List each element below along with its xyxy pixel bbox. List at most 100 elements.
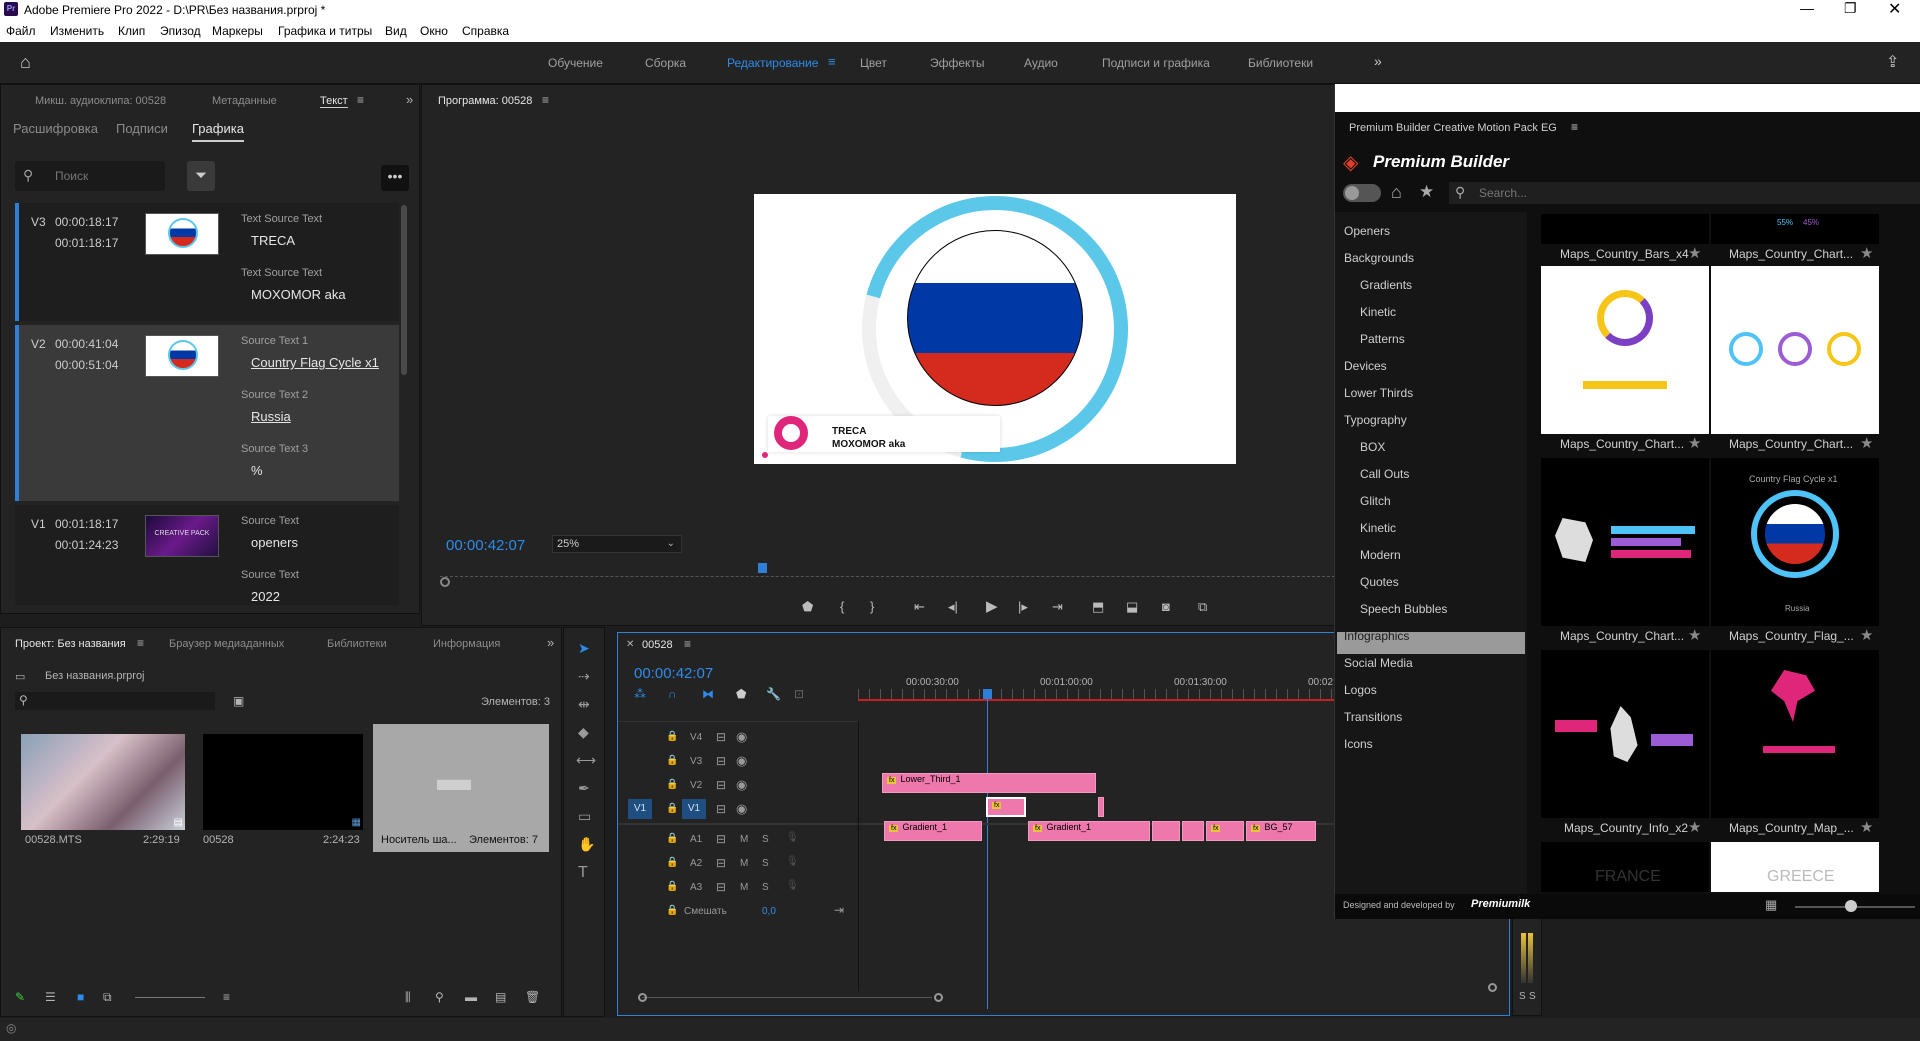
source-patch-v1[interactable]: V1 (628, 799, 652, 819)
captions-icon[interactable]: ⊡ (794, 687, 804, 701)
category-icons[interactable]: Icons (1344, 737, 1373, 751)
go-to-end-icon[interactable]: ⇥ (834, 903, 844, 917)
lock-icon[interactable]: 🔒 (666, 905, 678, 916)
snap-icon[interactable]: ∩ (668, 687, 677, 701)
mute-button[interactable]: M (740, 882, 748, 893)
add-marker-icon[interactable]: ⬟ (736, 687, 746, 701)
lock-icon[interactable]: 🔒 (666, 833, 678, 844)
category-patterns[interactable]: Patterns (1360, 332, 1405, 346)
favorite-star-icon[interactable]: ★ (1688, 626, 1701, 644)
project-item[interactable]: ▦ (203, 734, 363, 830)
category-box[interactable]: BOX (1360, 440, 1385, 454)
close-tab-icon[interactable]: ✕ (626, 639, 634, 650)
sync-lock-icon[interactable]: ⊟ (716, 856, 726, 870)
lock-icon[interactable]: 🔒 (666, 731, 678, 742)
template-tile[interactable]: GREECE (1711, 842, 1879, 892)
field-value[interactable]: TRECA (251, 233, 295, 248)
program-timecode[interactable]: 00:00:42:07 (446, 537, 525, 554)
lift-icon[interactable]: ⬒ (1092, 599, 1104, 615)
category-openers[interactable]: Openers (1344, 224, 1390, 238)
play-icon[interactable]: ▶ (986, 597, 998, 615)
zoom-slider[interactable] (135, 997, 205, 998)
trash-icon[interactable]: 🗑 (525, 990, 540, 1004)
menu-edit[interactable]: Изменить (50, 24, 104, 38)
filter-button[interactable]: ⏷ (187, 161, 215, 191)
field-value[interactable]: Russia (251, 409, 291, 424)
step-forward-icon[interactable]: |▸ (1018, 599, 1028, 615)
menu-help[interactable]: Справка (462, 24, 509, 38)
category-kinetic[interactable]: Kinetic (1360, 305, 1396, 319)
menu-file[interactable]: Файл (6, 24, 36, 38)
slip-tool-icon[interactable]: ⟷ (576, 752, 596, 769)
category-social-media[interactable]: Social Media (1344, 656, 1413, 670)
linked-selection-icon[interactable]: ⧓ (702, 687, 714, 701)
grid-view-icon[interactable]: ▦ (1765, 897, 1777, 913)
solo-left[interactable]: S (1519, 991, 1526, 1002)
pb-toggle[interactable] (1343, 184, 1381, 202)
category-typography[interactable]: Typography (1344, 413, 1407, 427)
search-input[interactable]: ⚲ Поиск (15, 161, 165, 191)
extract-icon[interactable]: ⬓ (1126, 599, 1138, 615)
mark-out-icon[interactable]: } (870, 599, 874, 614)
track-target-v1[interactable]: V1 (682, 799, 706, 819)
graphics-row-v2[interactable]: V2 00:00:41:04 00:00:51:04 Source Text 1… (15, 325, 399, 501)
template-tile[interactable] (1541, 650, 1709, 818)
new-item-icon[interactable]: ▤ (495, 990, 506, 1004)
template-tile[interactable]: FRANCE (1541, 842, 1709, 892)
field-value[interactable]: 2022 (251, 589, 280, 604)
category-speech-bubbles[interactable]: Speech Bubbles (1360, 602, 1447, 616)
mute-button[interactable]: M (740, 858, 748, 869)
workspace-learning[interactable]: Обучение (548, 56, 603, 70)
settings-wrench-icon[interactable]: 🔧 (766, 687, 781, 701)
favorite-star-icon[interactable]: ★ (1688, 818, 1701, 836)
export-frame-icon[interactable]: ◙ (1162, 599, 1170, 614)
tab-info[interactable]: Информация (433, 638, 500, 650)
favorite-star-icon[interactable]: ★ (1860, 434, 1873, 452)
project-item[interactable]: ▤ (21, 734, 185, 830)
template-tile[interactable] (1541, 458, 1709, 626)
scrub-bar[interactable] (440, 563, 1340, 577)
microphone-icon[interactable]: 🎙 (786, 832, 799, 843)
maximize-icon[interactable]: ❐ (1844, 0, 1857, 17)
subtab-graphics[interactable]: Графика (192, 121, 244, 142)
clip-v2-selected[interactable]: fx (986, 797, 1026, 817)
field-value[interactable]: Country Flag Cycle x1 (251, 355, 379, 370)
graphics-row-v3[interactable]: V3 00:00:18:17 00:01:18:17 Text Source T… (15, 203, 399, 321)
category-kinetic-typography[interactable]: Kinetic (1360, 521, 1396, 535)
freeform-view-icon[interactable]: ⧉ (103, 990, 112, 1005)
lock-icon[interactable]: 🔒 (666, 779, 678, 790)
home-icon[interactable]: ⌂ (20, 52, 31, 73)
timeline-timecode[interactable]: 00:00:42:07 (634, 665, 713, 682)
microphone-icon[interactable]: 🎙 (786, 880, 799, 891)
workspace-libraries[interactable]: Библиотеки (1248, 56, 1313, 70)
field-value[interactable]: % (251, 463, 263, 478)
tab-project[interactable]: Проект: Без названия (15, 638, 126, 650)
list-view-icon[interactable]: ☰ (45, 990, 56, 1004)
tab-audio-mixer[interactable]: Микш. аудиоклипа: 00528 (35, 95, 166, 107)
mark-in-icon[interactable]: { (840, 599, 844, 614)
template-tile[interactable] (1541, 266, 1709, 434)
razor-tool-icon[interactable]: ◆ (578, 724, 589, 741)
category-lower-thirds[interactable]: Lower Thirds (1344, 386, 1413, 400)
more-workspaces-icon[interactable]: » (1374, 53, 1382, 69)
step-back-icon[interactable]: ◂| (948, 599, 958, 615)
clip-gradient-b[interactable]: fx Gradient_1 (1028, 821, 1150, 841)
panel-menu-icon[interactable]: ≡ (1571, 120, 1578, 134)
category-backgrounds[interactable]: Backgrounds (1344, 251, 1414, 265)
solo-button[interactable]: S (762, 834, 769, 845)
sync-lock-icon[interactable]: ⊟ (716, 754, 726, 768)
scrollbar[interactable] (401, 205, 407, 375)
eye-icon[interactable]: ◉ (736, 777, 747, 793)
menu-sequence[interactable]: Эпизод (160, 24, 201, 38)
scroll-handle-left[interactable] (638, 993, 647, 1002)
workspace-assembly[interactable]: Сборка (645, 56, 686, 70)
hand-tool-icon[interactable]: ✋ (578, 836, 595, 853)
new-bin-from-search-icon[interactable]: ▣ (233, 694, 244, 708)
favorite-star-icon[interactable]: ★ (1860, 626, 1873, 644)
eye-icon[interactable]: ◉ (736, 801, 747, 817)
tab-libraries[interactable]: Библиотеки (327, 638, 387, 650)
menu-markers[interactable]: Маркеры (212, 24, 263, 38)
go-to-in-icon[interactable]: ⇤ (914, 599, 925, 615)
sync-lock-icon[interactable]: ⊟ (716, 802, 726, 816)
vertical-scroll-handle[interactable] (1488, 983, 1497, 992)
